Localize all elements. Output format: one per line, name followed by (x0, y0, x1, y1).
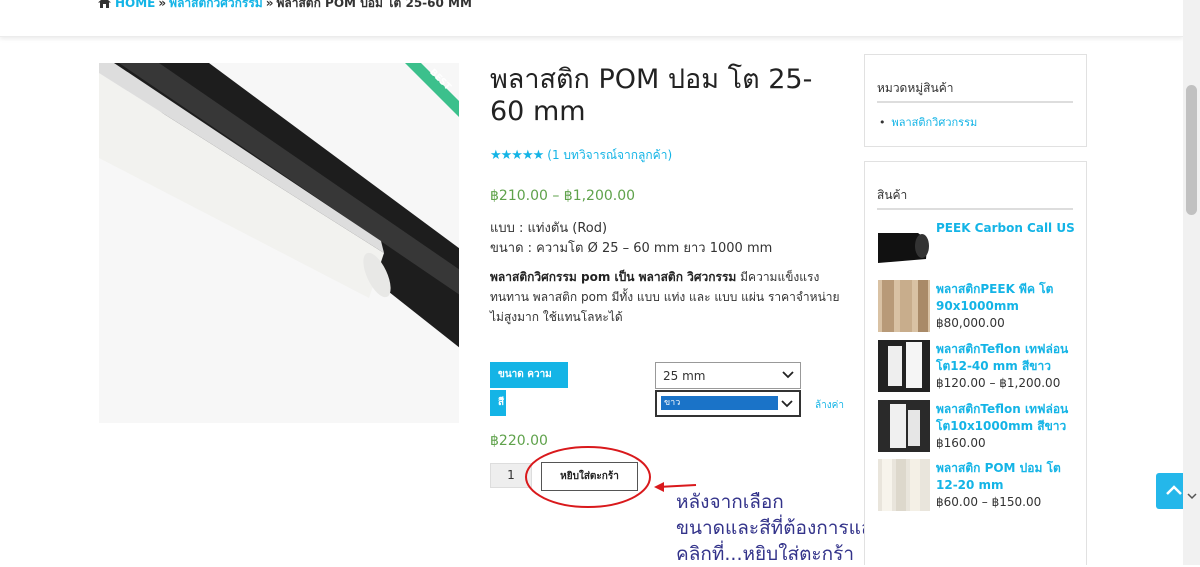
price-range: ฿210.00 – ฿1,200.00 (490, 188, 636, 204)
categories-widget-title: หมวดหมู่สินค้า (877, 79, 1073, 103)
product-name-link[interactable]: พลาสติกTeflon เทฟล่อน โต12-40 mm สีขาว (936, 341, 1076, 375)
color-select[interactable]: ขาว (655, 390, 801, 417)
size-select-value: 25 mm (663, 369, 706, 383)
category-list-item[interactable]: • พลาสติกวิศวกรรม (879, 113, 1086, 131)
color-attribute-label: สี (490, 390, 506, 416)
product-name-link[interactable]: PEEK Carbon Call US (936, 220, 1076, 237)
chevron-down-icon (781, 400, 793, 408)
breadcrumb-home-link[interactable]: HOME (115, 0, 155, 10)
spec-size: ขนาด : ความโต Ø 25 – 60 mm ยาว 1000 mm (490, 241, 773, 256)
annotation-line: คลิกที่...หยิบใส่ตะกร้า (676, 543, 855, 565)
annotation-text: หลังจากเลือก ขนาดและสีที่ต้องการแล้ว คลิ… (676, 489, 883, 567)
products-widget-title: สินค้า (877, 186, 1073, 210)
sidebar-product-item[interactable]: PEEK Carbon Call US (878, 219, 1078, 275)
scroll-down-icon[interactable] (1187, 491, 1197, 501)
product-thumbnail (878, 459, 930, 511)
product-name-link[interactable]: พลาสติกPEEK พีค โต 90x1000mm (936, 281, 1076, 315)
product-image[interactable]: BEST (99, 63, 459, 423)
category-link[interactable]: พลาสติกวิศวกรรม (892, 116, 978, 129)
product-rating: ★★★★★ (1 บทวิจารณ์จากลูกค้า) (490, 146, 672, 165)
product-name-link[interactable]: พลาสติก POM ปอม โต 12-20 mm (936, 460, 1076, 494)
star-rating-icon: ★★★★★ (490, 148, 544, 163)
product-price: ฿80,000.00 (936, 316, 1005, 330)
sidebar-product-item[interactable]: พลาสติก POM ปอม โต 12-20 mm ฿60.00 – ฿15… (878, 459, 1078, 515)
product-thumbnail (878, 340, 930, 392)
top-header: HOME» พลาสติกวิศวกรรม» พลาสติก POM ปอม โต … (0, 0, 1183, 37)
product-title: พลาสติก POM ปอม โต 25-60 mm (490, 64, 813, 127)
annotation-circle-arrow (525, 446, 697, 508)
product-photo (99, 63, 459, 423)
products-widget: สินค้า PEEK Carbon Call US พลาสติกPEEK พ… (864, 161, 1087, 565)
breadcrumb: HOME» พลาสติกวิศวกรรม» พลาสติก POM ปอม โต … (98, 0, 472, 13)
size-select[interactable]: 25 mm (655, 362, 801, 389)
annotation-line: ขนาดและสีที่ต้องการแล้ว (676, 517, 884, 539)
spec-type: แบบ : แท่งตัน (Rod) (490, 221, 608, 236)
product-price: ฿120.00 – ฿1,200.00 (936, 376, 1061, 390)
reviews-link[interactable]: (1 บทวิจารณ์จากลูกค้า) (547, 148, 672, 162)
categories-widget: หมวดหมู่สินค้า • พลาสติกวิศวกรรม (864, 54, 1087, 147)
annotation-line: หลังจากเลือก (676, 491, 784, 513)
breadcrumb-separator: » (158, 0, 167, 10)
scrollbar-thumb[interactable] (1186, 85, 1197, 215)
product-price: ฿60.00 – ฿150.00 (936, 495, 1042, 509)
product-thumbnail (878, 219, 930, 271)
product-description: พลาสติกวิศกรรม pom เป็น พลาสติก วิศวกรรม… (490, 267, 840, 327)
product-thumbnail (878, 280, 930, 332)
page-scrollbar[interactable] (1183, 0, 1200, 565)
sidebar-product-item[interactable]: พลาสติกPEEK พีค โต 90x1000mm ฿80,000.00 (878, 280, 1078, 336)
size-attribute-label: ขนาด ความโต (490, 362, 568, 406)
product-name-link[interactable]: พลาสติกTeflon เทฟล่อน โต10x1000mm สีขาว (936, 401, 1076, 435)
sidebar-product-item[interactable]: พลาสติกTeflon เทฟล่อน โต12-40 mm สีขาว ฿… (878, 340, 1078, 396)
breadcrumb-separator: » (265, 0, 274, 10)
chevron-down-icon (782, 371, 794, 379)
sidebar-product-item[interactable]: พลาสติกTeflon เทฟล่อน โต10x1000mm สีขาว … (878, 400, 1078, 456)
description-bold: พลาสติกวิศกรรม pom เป็น พลาสติก วิศวกรรม (490, 270, 737, 284)
product-thumbnail (878, 400, 930, 452)
product-price: ฿160.00 (936, 436, 986, 450)
color-select-value: ขาว (661, 396, 778, 410)
home-icon (98, 0, 111, 8)
breadcrumb-category-link[interactable]: พลาสติกวิศวกรรม (169, 0, 263, 10)
breadcrumb-current: พลาสติก POM ปอม โต 25-60 MM (276, 0, 472, 10)
product-specs: แบบ : แท่งตัน (Rod) ขนาด : ความโต Ø 25 –… (490, 219, 772, 259)
clear-selection-link[interactable]: ล้างค่า (815, 398, 844, 413)
